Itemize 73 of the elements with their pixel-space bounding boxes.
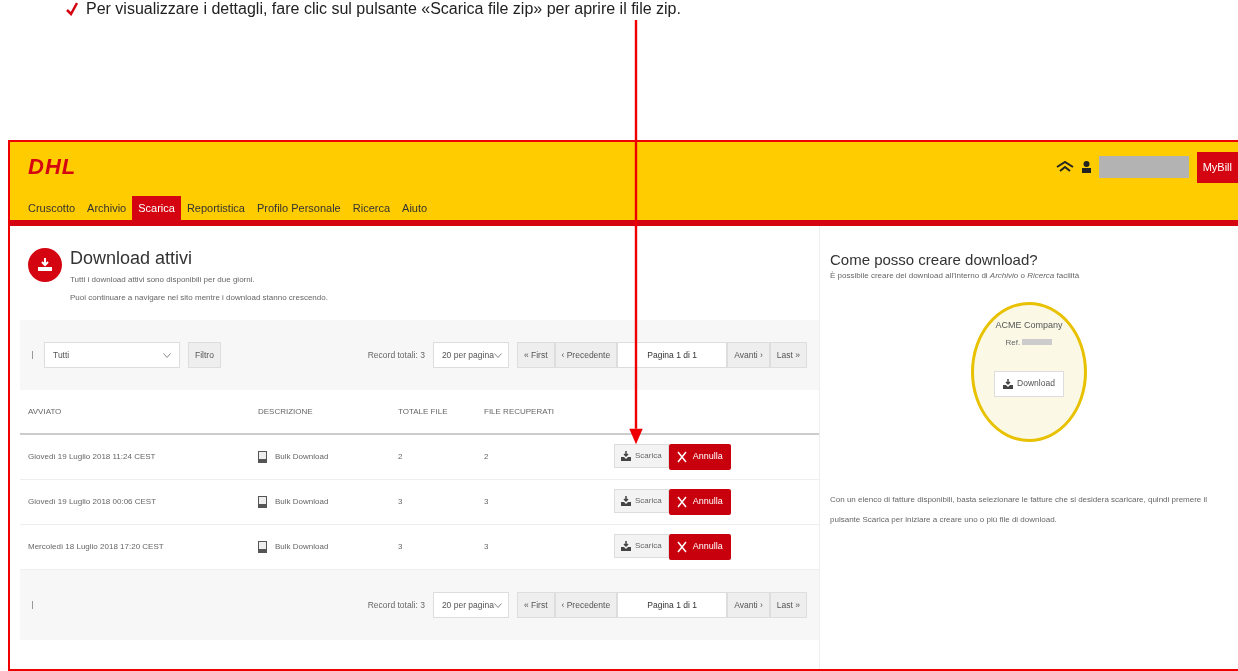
nav-tab[interactable]: Profilo Personale	[250, 195, 347, 220]
document-icon	[258, 496, 267, 508]
nav-tab[interactable]: Aiuto	[396, 195, 434, 220]
table-cell: Bulk Download	[275, 496, 329, 508]
record-count: Record totali: 3	[367, 348, 425, 362]
document-icon	[258, 451, 267, 463]
per-page-select[interactable]: 20 per pagina	[432, 592, 509, 618]
table-cell-text: Giovedì 19 Luglio 2018 11:24 CEST	[27, 451, 157, 463]
download-button[interactable]: Scarica	[614, 489, 669, 513]
page-indicator: Pagina 1 di 1	[617, 592, 728, 618]
cancel-button[interactable]: Annulla	[668, 444, 731, 470]
table-cell-text: Mercoledì 18 Luglio 2018 17:20 CEST	[27, 541, 165, 553]
filter-select[interactable]: Tutti	[44, 342, 180, 368]
description-text: Tutti i download attivi sono disponibili per due giorni.	[70, 274, 256, 286]
nav-tab[interactable]: Reportistica	[180, 195, 251, 220]
previous-button[interactable]: ‹ Precedente	[554, 342, 618, 368]
help-title: Come posso creare download?	[830, 250, 1039, 270]
table-cell-text: 2	[398, 451, 404, 463]
download-button[interactable]: Scarica	[614, 444, 669, 468]
nav-tab[interactable]: Scarica	[132, 195, 181, 220]
column-header: FILE RECUPERATI	[484, 405, 556, 418]
filter-button[interactable]: Filtro	[188, 342, 221, 368]
nav-tab[interactable]: Archivio	[81, 195, 133, 220]
reference-text: Ref.	[1005, 336, 1053, 349]
column-header: DESCRIZIONE	[258, 405, 314, 418]
cancel-button[interactable]: Annulla	[668, 534, 731, 560]
table-cell-text: 3	[398, 496, 404, 508]
first-button[interactable]: « First	[516, 342, 555, 368]
table-cell: Bulk Download	[275, 451, 329, 463]
last-button[interactable]: Last »	[769, 592, 807, 618]
download-icon	[621, 496, 631, 506]
download-icon	[28, 248, 62, 282]
help-intro: È possibile creare dei download all'interno di Archivio o Ricerca facilità	[830, 270, 1081, 282]
next-button[interactable]: Avanti ›	[727, 342, 770, 368]
help-text: Con un elenco di fatture disponibili, basta selezionare le fatture che si desidera scaricare, quindi premere il pulsante Scarica per iniziare a creare uno o più file di download.	[830, 494, 1209, 526]
previous-button[interactable]: ‹ Precedente	[554, 592, 618, 618]
nav-tab[interactable]: Ricerca	[346, 195, 397, 220]
next-button[interactable]: Avanti ›	[727, 592, 770, 618]
check-icon	[66, 2, 78, 16]
user-icon[interactable]	[1081, 161, 1091, 174]
download-icon	[621, 541, 631, 551]
table-cell-text: 3	[484, 496, 490, 508]
close-icon	[676, 451, 687, 463]
close-icon	[676, 496, 687, 508]
column-header: TOTALE FILE	[398, 405, 449, 418]
column-header: AVVIATO	[27, 405, 63, 418]
per-page-select[interactable]: 20 per pagina	[432, 342, 509, 368]
page-title: Download attivi	[70, 248, 194, 268]
first-button[interactable]: « First	[516, 592, 555, 618]
download-button[interactable]: Scarica	[614, 534, 669, 558]
page-indicator: Pagina 1 di 1	[617, 342, 728, 368]
nav-tab[interactable]: Cruscotto	[22, 195, 82, 220]
company-name: ACME Company	[995, 319, 1063, 332]
cancel-button[interactable]: Annulla	[668, 489, 731, 515]
record-count: Record totali: 3	[367, 598, 425, 612]
table-cell-text: 2	[484, 451, 490, 463]
table-cell-text: 3	[398, 541, 404, 553]
table-cell-text: Giovedì 19 Luglio 2018 00:06 CEST	[27, 496, 158, 508]
close-icon	[676, 541, 687, 553]
signal-icon[interactable]	[1055, 161, 1074, 174]
table-cell-text: 3	[484, 541, 490, 553]
logo[interactable]: DHL	[28, 156, 77, 179]
table-cell: Bulk Download	[275, 541, 329, 553]
caret-icon	[493, 602, 502, 608]
instruction-text: Per visualizzare i dettagli, fare clic sul pulsante «Scarica file zip» per aprire il file zip.	[86, 0, 681, 18]
description-text: Puoi continuare a navigare nel sito mentre i download stanno crescendo.	[70, 292, 328, 304]
caret-icon	[493, 352, 502, 358]
download-icon	[1003, 378, 1014, 389]
mybill-button[interactable]: MyBill	[1196, 152, 1238, 183]
download-icon	[621, 451, 631, 461]
caret-icon	[163, 352, 171, 358]
last-button[interactable]: Last »	[769, 342, 807, 368]
document-icon	[258, 541, 267, 553]
